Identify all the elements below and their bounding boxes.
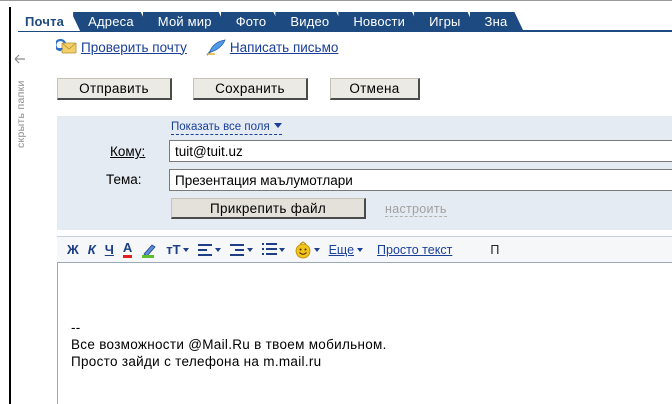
italic-button[interactable]: К [88, 240, 96, 260]
font-color-button[interactable]: А [122, 240, 133, 258]
attach-file-button[interactable]: Прикрепить файл [171, 198, 366, 219]
refresh-mail-icon [54, 38, 78, 56]
chevron-down-icon [313, 247, 320, 252]
more-label: Еще [328, 242, 355, 257]
highlighter-icon [142, 243, 156, 258]
highlight-button[interactable] [141, 240, 157, 260]
toolbar-cut-label: П [490, 242, 500, 257]
align-left-icon [197, 243, 212, 256]
tab-video[interactable]: Видео [275, 12, 345, 31]
indent-button[interactable] [229, 240, 253, 260]
chevron-down-icon [246, 247, 253, 252]
chevron-down-icon [357, 247, 364, 252]
check-mail-link[interactable]: Проверить почту [54, 38, 187, 56]
tab-my-world[interactable]: Мой мир [143, 12, 228, 31]
smiley-button[interactable] [294, 240, 320, 260]
write-letter-label: Написать письмо [229, 39, 339, 55]
configure-link[interactable]: настроить [385, 202, 447, 217]
editor-toolbar: Ж К Ч А тТ Еще Просто текст П [57, 236, 672, 262]
tabs-underline [18, 30, 672, 32]
chevron-down-icon [278, 247, 285, 252]
tab-games[interactable]: Игры [414, 12, 476, 31]
indent-icon [229, 243, 244, 256]
tab-answers[interactable]: Зна [470, 12, 524, 31]
underline-button[interactable]: Ч [105, 240, 114, 260]
font-size-icon: тТ [166, 242, 181, 257]
feather-pen-icon [205, 38, 227, 56]
list-button[interactable] [261, 240, 285, 260]
italic-icon: К [87, 242, 96, 257]
service-tabs: Почта Адреса Мой мир Фото Видео Новости … [18, 11, 672, 31]
more-button[interactable]: Еще [328, 242, 364, 257]
top-divider [0, 0, 672, 2]
mail-links: Проверить почту Написать письмо [54, 38, 356, 56]
chevron-down-icon [214, 247, 221, 252]
left-border [9, 7, 11, 404]
plain-text-link[interactable]: Просто текст [377, 243, 452, 257]
smiley-icon [295, 240, 310, 258]
bold-icon: Ж [67, 242, 79, 257]
write-letter-link[interactable]: Написать письмо [205, 38, 339, 56]
chevron-down-icon [273, 123, 282, 128]
plain-text-label: Просто текст [377, 242, 453, 257]
underline-icon: Ч [104, 242, 114, 257]
signature-separator: -- [71, 320, 81, 335]
bold-button[interactable]: Ж [67, 240, 79, 260]
hide-folders-link[interactable]: скрыть папки [15, 68, 27, 148]
font-color-icon: А [122, 240, 133, 255]
tab-news[interactable]: Новости [338, 12, 421, 31]
signature-line: Все возможности @Mail.Ru в твоем мобильн… [71, 337, 387, 352]
to-field[interactable] [169, 140, 672, 162]
signature-line: Просто зайди с телефона на m.mail.ru [71, 354, 322, 369]
chevron-down-icon [182, 247, 189, 252]
subject-label: Тема: [106, 172, 142, 187]
font-size-button[interactable]: тТ [166, 240, 189, 260]
check-mail-label: Проверить почту [81, 39, 187, 55]
tab-addresses[interactable]: Адреса [73, 12, 150, 31]
subject-field[interactable] [169, 169, 672, 191]
save-button[interactable]: Сохранить [193, 78, 308, 100]
tab-mail[interactable]: Почта [18, 12, 80, 31]
tab-photo[interactable]: Фото [221, 12, 283, 31]
show-all-fields-label: Показать все поля [171, 121, 270, 133]
align-button[interactable] [197, 240, 221, 260]
arrow-left-icon[interactable] [14, 54, 26, 64]
message-body-editor[interactable]: -- Все возможности @Mail.Ru в твоем моби… [57, 262, 672, 404]
send-button[interactable]: Отправить [57, 78, 172, 100]
show-all-fields-link[interactable]: Показать все поля [171, 121, 282, 135]
to-label[interactable]: Кому: [110, 144, 145, 159]
numbered-list-icon [261, 243, 277, 255]
cancel-button[interactable]: Отмена [330, 78, 420, 100]
